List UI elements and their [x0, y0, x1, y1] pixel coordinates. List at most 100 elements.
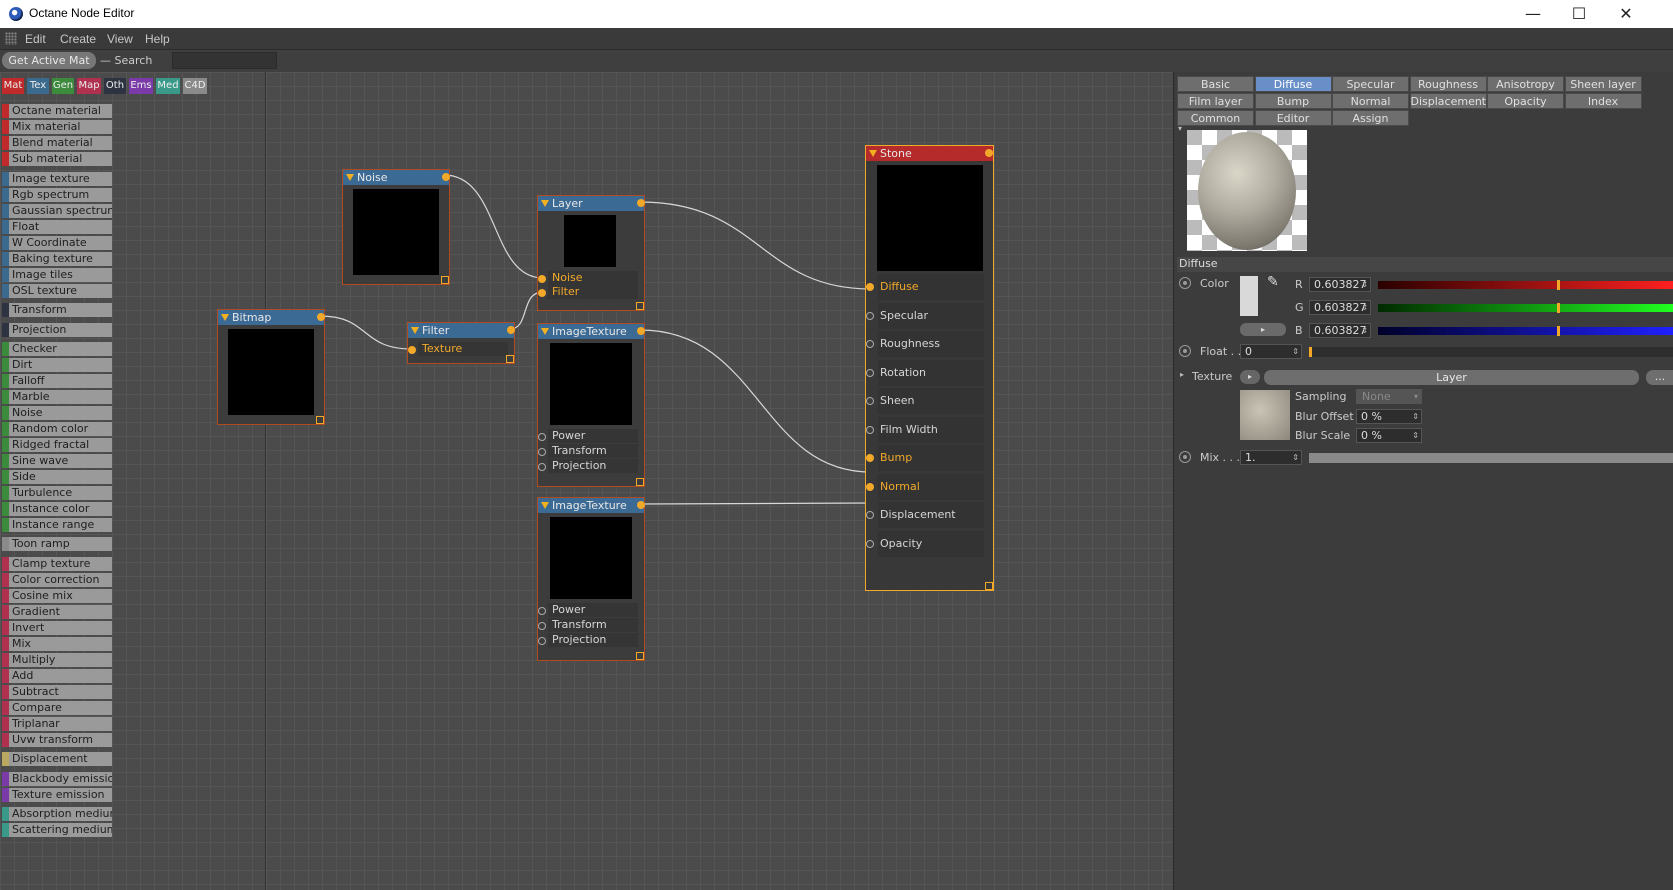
cat-tab-tex[interactable]: Tex — [27, 78, 49, 94]
node-noise[interactable]: Noise — [342, 169, 450, 285]
palette-item[interactable]: Instance range — [2, 518, 112, 532]
float-slider[interactable] — [1309, 347, 1673, 357]
node-header[interactable]: Stone — [866, 146, 993, 161]
palette-item[interactable]: Octane material — [2, 104, 112, 118]
resize-handle-icon[interactable] — [636, 652, 644, 660]
palette-item[interactable]: Gradient — [2, 605, 112, 619]
float-slider-knob[interactable] — [1309, 347, 1312, 357]
sampling-dropdown[interactable]: None ▾ — [1356, 389, 1422, 404]
b-value-field[interactable]: 0.603827 ⇕ — [1309, 323, 1371, 338]
tab-assign[interactable]: Assign — [1332, 110, 1409, 126]
node-stone-material[interactable]: Stone Diffuse Specular Roughness Rotation Sh… — [865, 145, 994, 591]
mix-value-field[interactable]: 1. ⇕ — [1240, 450, 1302, 465]
palette-item[interactable]: Mix — [2, 637, 112, 651]
tab-anisotropy[interactable]: Anisotropy — [1487, 76, 1564, 92]
output-port[interactable] — [985, 149, 993, 157]
palette-item[interactable]: Absorption medium — [2, 807, 112, 821]
palette-item[interactable]: Marble — [2, 390, 112, 404]
palette-item[interactable]: Sub material — [2, 152, 112, 166]
palette-item[interactable]: Noise — [2, 406, 112, 420]
palette-item[interactable]: Turbulence — [2, 486, 112, 500]
palette-item[interactable]: Side — [2, 470, 112, 484]
input-port-sheen[interactable] — [866, 397, 874, 405]
collapse-triangle-icon[interactable] — [541, 502, 549, 509]
input-port-noise[interactable] — [538, 275, 546, 283]
eyedropper-icon[interactable]: ✎ — [1267, 274, 1279, 290]
tab-basic[interactable]: Basic — [1177, 76, 1254, 92]
input-port-power[interactable] — [538, 607, 546, 615]
g-slider[interactable] — [1378, 303, 1673, 313]
palette-item[interactable]: Gaussian spectrum — [2, 204, 112, 218]
texture-toggle-button[interactable]: ▸ — [1240, 370, 1260, 384]
palette-item[interactable]: Triplanar — [2, 717, 112, 731]
cat-tab-map[interactable]: Map — [77, 78, 101, 94]
palette-item[interactable]: W Coordinate — [2, 236, 112, 250]
tab-roughness[interactable]: Roughness — [1409, 76, 1487, 92]
output-port[interactable] — [637, 199, 645, 207]
node-imagetexture-1[interactable]: ImageTexture Power Transform Projection — [537, 323, 645, 487]
collapse-triangle-icon[interactable] — [541, 200, 549, 207]
palette-item[interactable]: OSL texture — [2, 284, 112, 298]
collapse-triangle-icon[interactable] — [541, 328, 549, 335]
palette-item[interactable]: Blackbody emission — [2, 772, 112, 786]
palette-item[interactable]: Ridged fractal — [2, 438, 112, 452]
collapse-triangle-icon[interactable] — [221, 314, 229, 321]
r-value-field[interactable]: 0.603827 ⇕ — [1309, 277, 1371, 292]
input-port-filter[interactable] — [538, 289, 546, 297]
input-port-transform[interactable] — [538, 448, 546, 456]
palette-item[interactable]: Clamp texture — [2, 557, 112, 571]
cat-tab-ems[interactable]: Ems — [129, 78, 153, 94]
texture-more-button[interactable]: ... — [1646, 370, 1673, 385]
menu-create[interactable]: Create — [60, 32, 96, 46]
get-active-mat-button[interactable]: Get Active Mat — [2, 52, 96, 69]
input-port-texture[interactable] — [408, 346, 416, 354]
color-expand-button[interactable]: ▸ — [1240, 323, 1286, 336]
g-value-field[interactable]: 0.603827 ⇕ — [1309, 300, 1371, 315]
cat-tab-c4d[interactable]: C4D — [183, 78, 207, 94]
palette-item[interactable]: Dirt — [2, 358, 112, 372]
cat-tab-oth[interactable]: Oth — [104, 78, 126, 94]
node-header[interactable]: ImageTexture — [538, 498, 644, 513]
tab-specular[interactable]: Specular — [1332, 76, 1409, 92]
blur-offset-field[interactable]: 0 % ⇕ — [1356, 409, 1422, 424]
palette-item[interactable]: Multiply — [2, 653, 112, 667]
palette-item[interactable]: Blend material — [2, 136, 112, 150]
cat-tab-mat[interactable]: Mat — [2, 78, 24, 94]
palette-item[interactable]: Subtract — [2, 685, 112, 699]
collapse-triangle-icon[interactable] — [346, 174, 354, 181]
g-slider-knob[interactable] — [1556, 303, 1560, 313]
node-header[interactable]: Bitmap — [218, 310, 324, 325]
input-port-normal[interactable] — [866, 482, 874, 491]
resize-handle-icon[interactable] — [316, 416, 324, 424]
input-port-projection[interactable] — [538, 637, 546, 645]
palette-item[interactable]: Displacement — [2, 752, 112, 766]
color-swatch[interactable] — [1240, 276, 1258, 316]
collapse-triangle-icon[interactable] — [411, 327, 419, 334]
palette-item[interactable]: Random color — [2, 422, 112, 436]
input-port-film-width[interactable] — [866, 425, 874, 434]
input-port-rotation[interactable] — [866, 368, 874, 377]
palette-item[interactable]: Add — [2, 669, 112, 683]
maximize-button[interactable]: ☐ — [1556, 2, 1602, 26]
palette-item[interactable]: Falloff — [2, 374, 112, 388]
tab-sheen-layer[interactable]: Sheen layer — [1564, 76, 1642, 92]
node-header[interactable]: Filter — [408, 323, 514, 338]
palette-item[interactable]: Cosine mix — [2, 589, 112, 603]
color-radio[interactable] — [1179, 277, 1191, 289]
cat-tab-gen[interactable]: Gen — [52, 78, 74, 94]
input-port-displacement[interactable] — [866, 511, 874, 519]
resize-handle-icon[interactable] — [636, 302, 644, 310]
palette-item[interactable]: Uvw transform — [2, 733, 112, 747]
palette-item[interactable]: Sine wave — [2, 454, 112, 468]
b-slider-knob[interactable] — [1556, 326, 1560, 336]
collapse-triangle-icon[interactable] — [869, 150, 877, 157]
palette-item[interactable]: Toon ramp — [2, 537, 112, 551]
palette-item[interactable]: Baking texture — [2, 252, 112, 266]
palette-item[interactable]: Mix material — [2, 120, 112, 134]
node-filter[interactable]: Filter Texture — [407, 322, 515, 364]
float-radio[interactable] — [1179, 345, 1191, 357]
input-port-bump[interactable] — [866, 454, 874, 462]
node-bitmap[interactable]: Bitmap — [217, 309, 325, 425]
tab-normal[interactable]: Normal — [1332, 93, 1409, 109]
palette-item[interactable]: Instance color — [2, 502, 112, 516]
